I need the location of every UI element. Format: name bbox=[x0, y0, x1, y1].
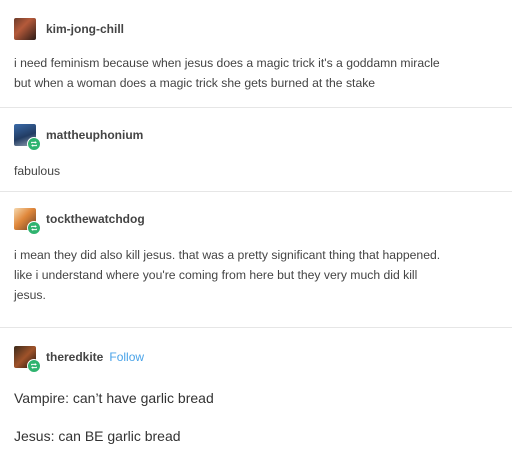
post-header: theredkite Follow bbox=[14, 346, 144, 373]
follow-button[interactable]: Follow bbox=[109, 350, 144, 364]
post-username[interactable]: mattheuphonium bbox=[46, 128, 143, 142]
user-avatar-icon[interactable] bbox=[14, 208, 41, 235]
reblog-post: mattheuphonium fabulous bbox=[0, 108, 512, 192]
post-header: mattheuphonium bbox=[14, 124, 143, 151]
reblog-icon bbox=[27, 359, 41, 373]
post-username[interactable]: tockthewatchdog bbox=[46, 212, 145, 226]
post-text-line: i need feminism because when jesus does … bbox=[14, 56, 440, 70]
reblog-post: tockthewatchdog i mean they did also kil… bbox=[0, 192, 512, 328]
original-post: theredkite Follow Vampire: can’t have ga… bbox=[0, 328, 512, 448]
user-avatar-icon[interactable] bbox=[14, 124, 41, 151]
post-paragraph: Vampire: can’t have garlic bread bbox=[14, 390, 214, 406]
post-paragraph: Jesus: can BE garlic bread bbox=[14, 428, 181, 444]
post-body: fabulous bbox=[14, 161, 60, 181]
post-username[interactable]: theredkite bbox=[46, 350, 103, 364]
post-username[interactable]: kim-jong-chill bbox=[46, 22, 124, 36]
post-header: tockthewatchdog bbox=[14, 208, 145, 235]
post-body: i need feminism because when jesus does … bbox=[14, 53, 440, 93]
post-text-line: fabulous bbox=[14, 164, 61, 178]
post-body: Vampire: can’t have garlic bread Jesus: … bbox=[14, 388, 214, 446]
post-text-line: i mean they did also kill jesus. that wa… bbox=[14, 248, 441, 262]
post-text-line: jesus. bbox=[14, 288, 46, 302]
user-avatar-icon[interactable] bbox=[14, 346, 41, 373]
post-header: kim-jong-chill bbox=[14, 18, 124, 40]
user-avatar-icon[interactable] bbox=[14, 18, 36, 40]
reblog-icon bbox=[27, 137, 41, 151]
post-text-line: like i understand where you're coming fr… bbox=[14, 268, 418, 282]
post-body: i mean they did also kill jesus. that wa… bbox=[14, 245, 440, 305]
reblog-post: kim-jong-chill i need feminism because w… bbox=[0, 0, 512, 108]
post-text-line: but when a woman does a magic trick she … bbox=[14, 76, 376, 90]
reblog-icon bbox=[27, 221, 41, 235]
